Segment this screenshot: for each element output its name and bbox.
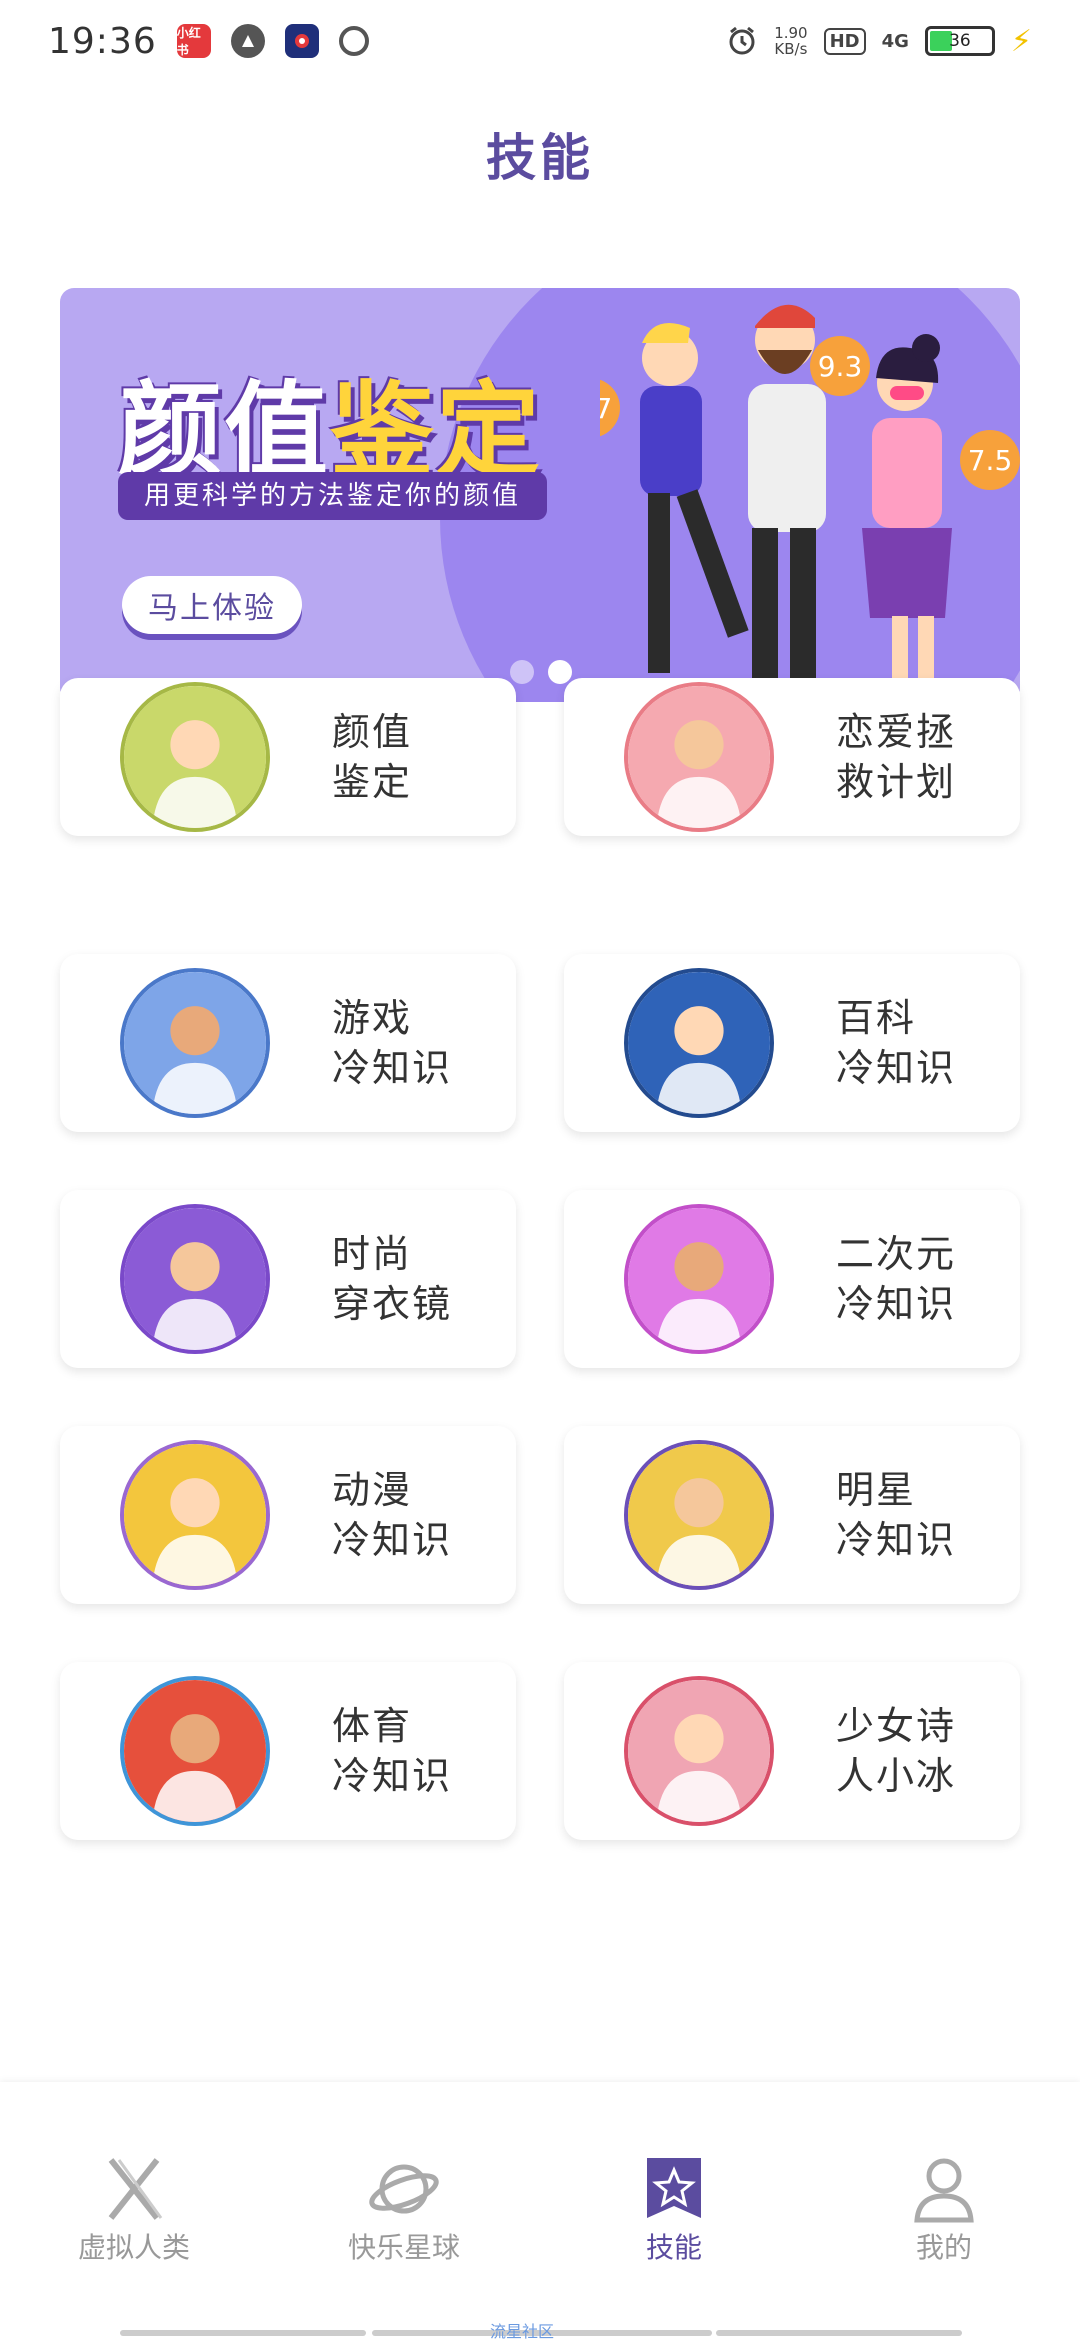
compass-icon xyxy=(230,24,265,58)
badge-app-icon xyxy=(284,24,319,58)
gesture-bar-right xyxy=(716,2330,962,2336)
nav-label: 我的 xyxy=(915,2231,972,2264)
gesture-hint-text: 流星社区 xyxy=(490,2322,555,2340)
banner-dot-1[interactable] xyxy=(510,660,534,684)
score-9-3: 9.3 xyxy=(818,350,863,383)
nav-label: 快乐星球 xyxy=(347,2231,460,2264)
score-7-5: 7.5 xyxy=(968,444,1013,477)
status-time: 19:36 xyxy=(48,20,157,62)
battery-level: 36 xyxy=(949,31,971,51)
skill-label: 游戏 冷知识 xyxy=(332,996,453,1090)
battery-icon: 36 xyxy=(924,26,995,56)
skill-card[interactable]: 恋爱拯 救计划 xyxy=(564,678,1020,836)
promo-banner[interactable]: 颜值鉴定 用更科学的方法鉴定你的颜值 马上体验 7 9.3 7.5 xyxy=(60,288,1020,702)
skill-card[interactable]: 明星 冷知识 xyxy=(564,1426,1020,1604)
nav-skills[interactable]: 技能 xyxy=(574,2154,774,2266)
dancer-star-icon xyxy=(624,1440,774,1590)
gesture-bar-left xyxy=(120,2330,366,2336)
banner-subtitle: 用更科学的方法鉴定你的颜值 xyxy=(118,472,548,520)
skill-card[interactable]: 动漫 冷知识 xyxy=(60,1426,516,1604)
nav-mine[interactable]: 我的 xyxy=(844,2154,1044,2266)
mona-lisa-selfie-icon xyxy=(120,682,270,832)
star-bookmark-icon xyxy=(647,2158,701,2218)
anime-girl-icon xyxy=(624,1204,774,1354)
score-paddle-3: 7.5 xyxy=(960,430,1020,490)
skill-label: 体育 冷知识 xyxy=(332,1704,453,1798)
net-speed: 1.90 KB/s xyxy=(774,25,807,57)
skill-label: 百科 冷知识 xyxy=(836,996,957,1090)
scholar-magnifier-icon xyxy=(624,968,774,1118)
banner-dot-2[interactable] xyxy=(548,660,572,684)
nav-happy-planet[interactable]: 快乐星球 xyxy=(304,2154,504,2266)
score-paddle-2: 9.3 xyxy=(810,336,870,396)
skill-card[interactable]: 体育 冷知识 xyxy=(60,1662,516,1840)
e-app-icon xyxy=(338,26,369,56)
skill-card[interactable]: 颜值 鉴定 xyxy=(60,678,516,836)
skill-label: 恋爱拯 救计划 xyxy=(836,710,957,804)
net-speed-unit: KB/s xyxy=(774,40,808,58)
planet-icon xyxy=(369,2164,439,2214)
alarm-icon xyxy=(729,26,755,55)
poet-girl-icon xyxy=(624,1676,774,1826)
skill-card[interactable]: 二次元 冷知识 xyxy=(564,1190,1020,1368)
try-now-button[interactable]: 马上体验 xyxy=(122,576,302,634)
signal-icon: 4G xyxy=(881,30,909,52)
fashion-lady-icon xyxy=(120,1204,270,1354)
skill-card[interactable]: 游戏 冷知识 xyxy=(60,954,516,1132)
skill-label: 二次元 冷知识 xyxy=(836,1232,957,1326)
skill-label: 动漫 冷知识 xyxy=(332,1468,453,1562)
x-icon xyxy=(108,2158,163,2220)
hd-badge: HD xyxy=(823,27,866,55)
nav-label: 技能 xyxy=(645,2231,702,2264)
charging-icon: ⚡ xyxy=(1010,23,1032,59)
status-bar: 19:36 小红书 1.90 KB/s HD 4G 36 ⚡ xyxy=(0,0,1080,82)
woman-right-figure xyxy=(862,334,952,702)
nav-virtual-human[interactable]: 虚拟人类 xyxy=(34,2154,234,2266)
bottom-navigation: 虚拟人类 快乐星球 技能 我的 xyxy=(0,2082,1080,2340)
skill-label: 明星 冷知识 xyxy=(836,1468,957,1562)
couple-kiss-icon xyxy=(624,682,774,832)
skill-label: 时尚 穿衣镜 xyxy=(332,1232,453,1326)
man-left-figure xyxy=(640,323,749,673)
skill-card[interactable]: 少女诗 人小冰 xyxy=(564,1662,1020,1840)
page-title: 技能 xyxy=(486,129,594,187)
nav-label: 虚拟人类 xyxy=(77,2231,190,2264)
skill-card[interactable]: 百科 冷知识 xyxy=(564,954,1020,1132)
skill-label: 颜值 鉴定 xyxy=(332,710,413,804)
batman-icon xyxy=(120,1440,270,1590)
banner-pagination xyxy=(510,660,572,684)
user-icon xyxy=(914,2158,974,2223)
skill-card[interactable]: 时尚 穿衣镜 xyxy=(60,1190,516,1368)
banner-illustration: 8.7 9.3 7.5 xyxy=(600,304,1020,702)
xiaohongshu-icon: 小红书 xyxy=(176,24,211,58)
gamer-vr-icon xyxy=(120,968,270,1118)
basketball-player-icon xyxy=(120,1676,270,1826)
skill-label: 少女诗 人小冰 xyxy=(836,1704,957,1798)
page-header: 技能 xyxy=(0,118,1080,190)
score-8-7: 8.7 xyxy=(600,392,612,425)
score-paddle-1: 8.7 xyxy=(600,379,620,437)
